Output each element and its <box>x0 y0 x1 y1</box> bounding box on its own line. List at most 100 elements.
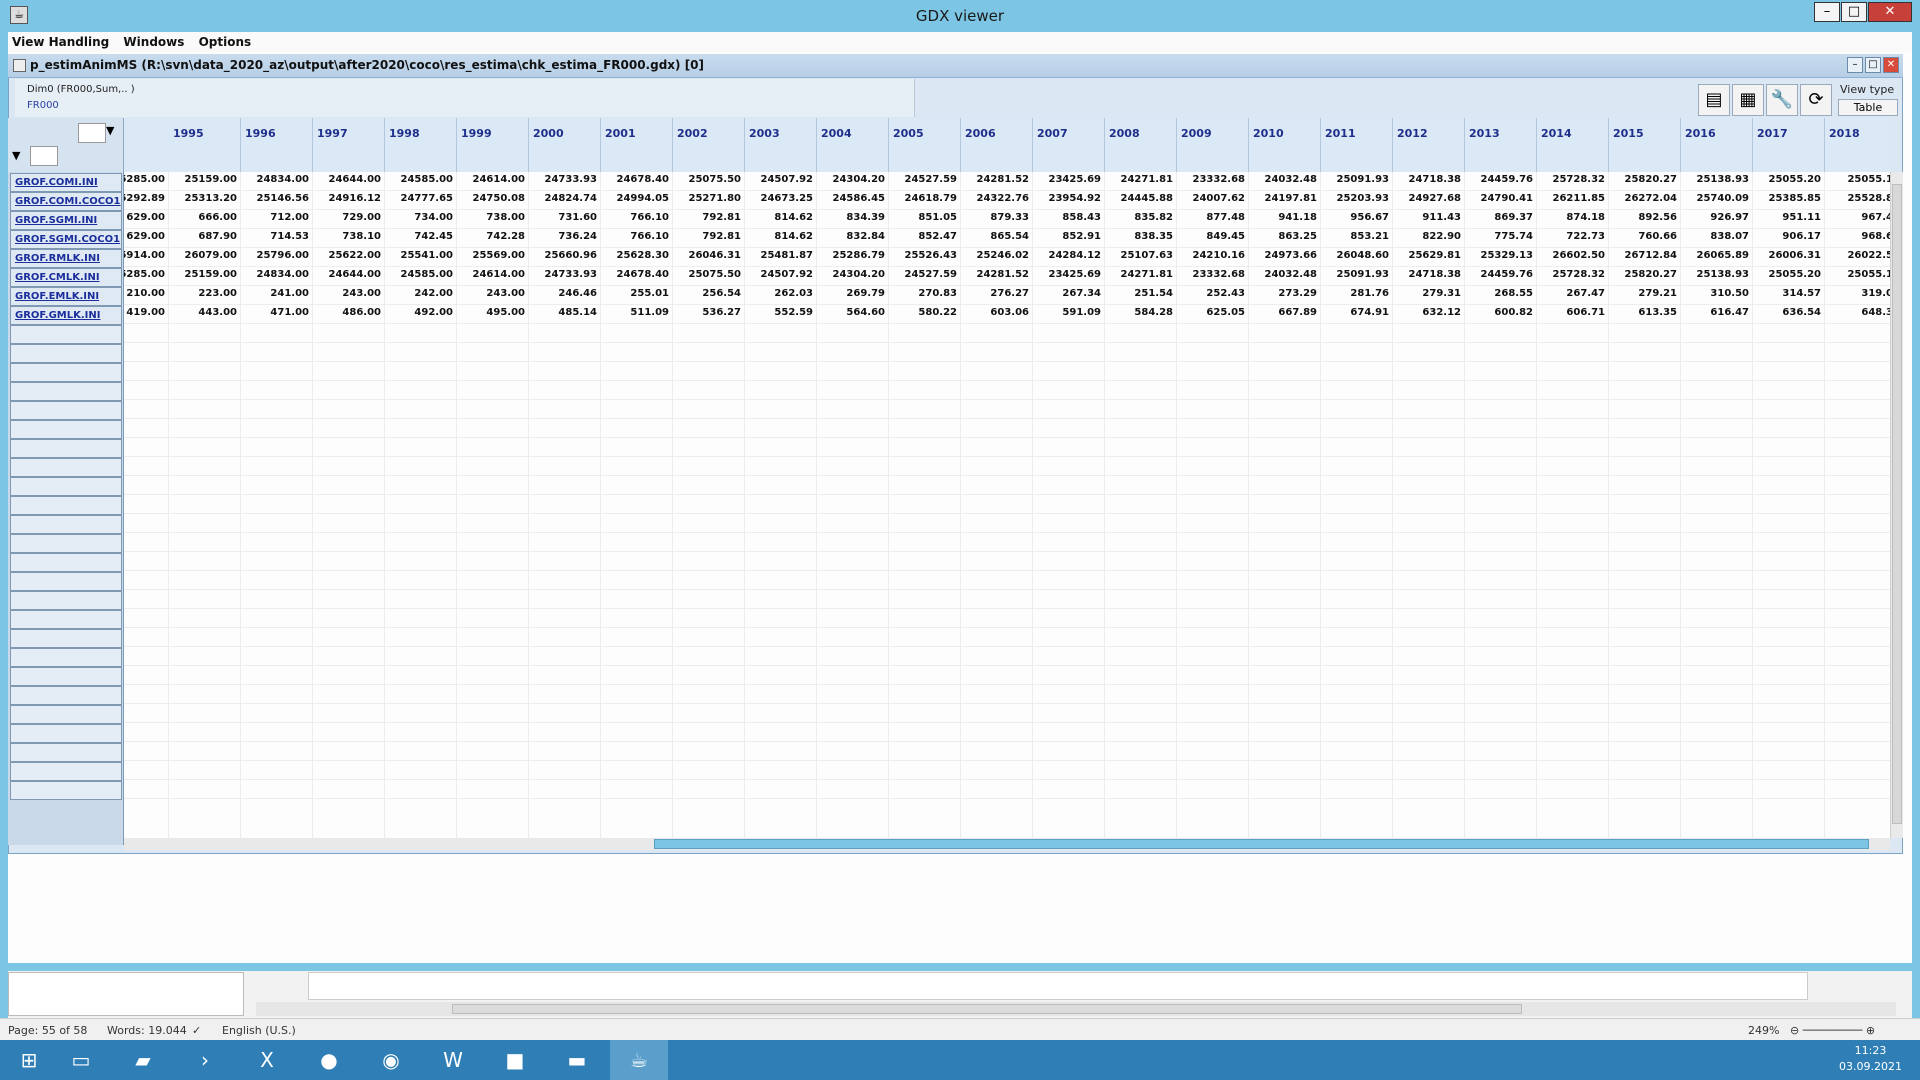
table-cell[interactable]: 25285.00 <box>124 172 168 191</box>
vertical-scroll-thumb[interactable] <box>1892 184 1902 824</box>
table-cell[interactable]: 24304.20 <box>816 267 888 286</box>
table-cell[interactable]: 24718.38 <box>1392 267 1464 286</box>
table-cell[interactable]: 775.74 <box>1464 229 1536 248</box>
table-cell[interactable]: 822.90 <box>1392 229 1464 248</box>
table-cell[interactable]: 25481.87 <box>744 248 816 267</box>
column-header-cell[interactable]: 2007 <box>1033 118 1105 172</box>
table-cell[interactable]: 25055.20 <box>1752 267 1824 286</box>
table-cell[interactable]: 766.10 <box>600 210 672 229</box>
table-cell[interactable]: 24618.79 <box>888 191 960 210</box>
table-cell[interactable]: 863.25 <box>1248 229 1320 248</box>
table-cell[interactable]: 24281.52 <box>960 267 1032 286</box>
row-header-cell[interactable] <box>10 667 122 686</box>
table-cell[interactable]: 24459.76 <box>1464 172 1536 191</box>
row-header-cell[interactable] <box>10 610 122 629</box>
column-header-cell[interactable]: 2000 <box>529 118 601 172</box>
table-cell[interactable]: 24614.00 <box>456 172 528 191</box>
row-header-cell[interactable]: GROF.SGMI.COCO1 <box>10 230 122 249</box>
table-cell[interactable]: 23332.68 <box>1176 172 1248 191</box>
table-cell[interactable]: 269.79 <box>816 286 888 305</box>
table-cell[interactable]: 25075.50 <box>672 172 744 191</box>
table-cell[interactable]: 835.82 <box>1104 210 1176 229</box>
table-cell[interactable]: 674.91 <box>1320 305 1392 324</box>
table-cell[interactable]: 838.07 <box>1680 229 1752 248</box>
row-header-cell[interactable]: GROF.EMLK.INI <box>10 287 122 306</box>
frame-close-button[interactable]: ✕ <box>1883 57 1899 73</box>
table-cell[interactable]: 606.71 <box>1536 305 1608 324</box>
table-cell[interactable]: 591.09 <box>1032 305 1104 324</box>
table-cell[interactable]: 874.18 <box>1536 210 1608 229</box>
column-header-cell[interactable]: 2003 <box>745 118 817 172</box>
column-header-cell[interactable]: 1995 <box>169 118 241 172</box>
menu-view-handling[interactable]: View Handling <box>8 32 113 49</box>
row-header-cell[interactable] <box>10 553 122 572</box>
table-cell[interactable]: 24644.00 <box>312 267 384 286</box>
table-cell[interactable]: 26022.5 <box>1824 248 1890 267</box>
table-cell[interactable]: 24284.12 <box>1032 248 1104 267</box>
table-cell[interactable]: 25914.00 <box>124 248 168 267</box>
column-header-cell[interactable]: 1999 <box>457 118 529 172</box>
close-button[interactable]: ✕ <box>1868 2 1912 22</box>
table-cell[interactable]: 552.59 <box>744 305 816 324</box>
menu-options[interactable]: Options <box>195 32 256 49</box>
table-cell[interactable]: 24281.52 <box>960 172 1032 191</box>
row-header-cell[interactable] <box>10 439 122 458</box>
table-cell[interactable]: 729.00 <box>312 210 384 229</box>
column-header-cell[interactable]: 2002 <box>673 118 745 172</box>
table-cell[interactable]: 314.57 <box>1752 286 1824 305</box>
table-cell[interactable]: 603.06 <box>960 305 1032 324</box>
table-cell[interactable]: 24834.00 <box>240 267 312 286</box>
table-cell[interactable]: 26065.89 <box>1680 248 1752 267</box>
table-cell[interactable]: 24271.81 <box>1104 267 1176 286</box>
table-cell[interactable]: 310.50 <box>1680 286 1752 305</box>
language[interactable]: English (U.S.) <box>222 1024 296 1037</box>
table-cell[interactable]: 23425.69 <box>1032 267 1104 286</box>
table-cell[interactable]: 243.00 <box>456 286 528 305</box>
table-cell[interactable]: 26048.60 <box>1320 248 1392 267</box>
table-cell[interactable]: 968.6 <box>1824 229 1890 248</box>
table-cell[interactable]: 687.90 <box>168 229 240 248</box>
row-header-cell[interactable]: GROF.GMLK.INI <box>10 306 122 325</box>
table-cell[interactable]: 24032.48 <box>1248 267 1320 286</box>
row-filter-arrow-icon[interactable]: ▼ <box>12 148 26 164</box>
table-cell[interactable]: 267.47 <box>1536 286 1608 305</box>
proofing-icon[interactable]: ✓ <box>192 1024 201 1037</box>
row-header-cell[interactable] <box>10 705 122 724</box>
table-cell[interactable]: 956.67 <box>1320 210 1392 229</box>
table-cell[interactable]: 25292.89 <box>124 191 168 210</box>
table-cell[interactable]: 485.14 <box>528 305 600 324</box>
row-header-cell[interactable] <box>10 382 122 401</box>
table-cell[interactable]: 951.11 <box>1752 210 1824 229</box>
table-cell[interactable]: 834.39 <box>816 210 888 229</box>
table-cell[interactable]: 25728.32 <box>1536 172 1608 191</box>
table-cell[interactable]: 492.00 <box>384 305 456 324</box>
column-header-cell[interactable]: 2015 <box>1609 118 1681 172</box>
row-header-cell[interactable] <box>10 743 122 762</box>
table-cell[interactable]: 24644.00 <box>312 172 384 191</box>
table-cell[interactable]: 24614.00 <box>456 267 528 286</box>
table-cell[interactable]: 25622.00 <box>312 248 384 267</box>
table-cell[interactable]: 26602.50 <box>1536 248 1608 267</box>
server-manager-icon[interactable]: ▭ <box>52 1040 110 1080</box>
table-cell[interactable]: 25091.93 <box>1320 267 1392 286</box>
clock[interactable]: 11:23 03.09.2021 <box>1839 1043 1902 1075</box>
table-cell[interactable]: 24032.48 <box>1248 172 1320 191</box>
table-cell[interactable]: 25203.93 <box>1320 191 1392 210</box>
table-cell[interactable]: 941.18 <box>1248 210 1320 229</box>
table-cell[interactable]: 25528.8 <box>1824 191 1890 210</box>
table-cell[interactable]: 838.35 <box>1104 229 1176 248</box>
table-cell[interactable]: 24718.38 <box>1392 172 1464 191</box>
table-cell[interactable]: 273.29 <box>1248 286 1320 305</box>
cmd-icon[interactable]: ▬ <box>548 1040 606 1080</box>
table-cell[interactable]: 967.4 <box>1824 210 1890 229</box>
table-cell[interactable]: 279.21 <box>1608 286 1680 305</box>
frame-maximize-button[interactable]: □ <box>1865 57 1881 73</box>
table-cell[interactable]: 792.81 <box>672 210 744 229</box>
table-cell[interactable]: 24916.12 <box>312 191 384 210</box>
table-cell[interactable]: 25728.32 <box>1536 267 1608 286</box>
table-cell[interactable]: 24210.16 <box>1176 248 1248 267</box>
start-icon[interactable]: ⊞ <box>0 1040 58 1080</box>
table-cell[interactable]: 24777.65 <box>384 191 456 210</box>
table-cell[interactable]: 24445.88 <box>1104 191 1176 210</box>
table-cell[interactable]: 852.91 <box>1032 229 1104 248</box>
